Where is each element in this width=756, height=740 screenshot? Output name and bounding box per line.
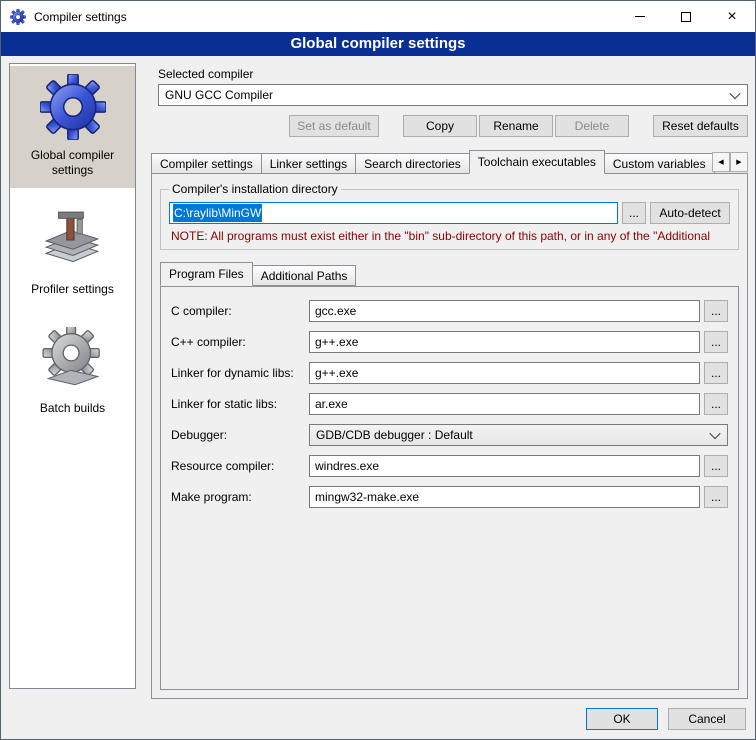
batch-builds-gear-icon — [40, 327, 106, 393]
reset-defaults-button[interactable]: Reset defaults — [653, 115, 748, 137]
field-row-resource-compiler: Resource compiler: ... — [171, 455, 728, 477]
program-files-tabstrip: Program Files Additional Paths — [160, 262, 739, 286]
copy-button[interactable]: Copy — [403, 115, 477, 137]
toolchain-executables-page: Compiler's installation directory C:\ray… — [151, 173, 748, 699]
c-compiler-input[interactable] — [309, 300, 700, 322]
tab-scroll-buttons: ◀ ▶ — [712, 152, 748, 172]
tab-scroll-left-button[interactable]: ◀ — [712, 152, 730, 172]
field-label: C++ compiler: — [171, 335, 309, 349]
field-row-debugger: Debugger: GDB/CDB debugger : Default — [171, 424, 728, 446]
close-icon: × — [727, 12, 736, 22]
compiler-combobox[interactable]: GNU GCC Compiler — [158, 84, 748, 106]
chevron-down-icon — [711, 431, 719, 439]
delete-button[interactable]: Delete — [555, 115, 629, 137]
global-compiler-settings-gear-icon — [40, 74, 106, 140]
programs-note: NOTE: All programs must exist either in … — [171, 229, 730, 243]
sidebar-item-label: Batch builds — [40, 401, 105, 416]
installation-directory-group: Compiler's installation directory C:\ray… — [160, 182, 739, 250]
titlebar[interactable]: Compiler settings × — [1, 1, 755, 32]
static-libs-linker-browse-button[interactable]: ... — [704, 393, 728, 415]
auto-detect-button[interactable]: Auto-detect — [650, 202, 730, 224]
ok-button[interactable]: OK — [586, 708, 658, 730]
profiler-tool-icon — [40, 208, 106, 274]
tab-custom-variables[interactable]: Custom variables — [604, 153, 715, 174]
settings-tabstrip: Compiler settings Linker settings Search… — [151, 150, 748, 174]
sidebar-item-global-compiler-settings[interactable]: Global compiler settings — [10, 66, 135, 188]
make-program-browse-button[interactable]: ... — [704, 486, 728, 508]
field-label: Linker for dynamic libs: — [171, 366, 309, 380]
field-row-make-program: Make program: ... — [171, 486, 728, 508]
minimize-button[interactable] — [617, 1, 663, 32]
installation-directory-group-title: Compiler's installation directory — [169, 182, 341, 196]
installation-directory-value: C:\raylib\MinGW — [173, 204, 262, 222]
field-row-c-compiler: C compiler: ... — [171, 300, 728, 322]
c-compiler-browse-button[interactable]: ... — [704, 300, 728, 322]
tab-program-files[interactable]: Program Files — [160, 262, 253, 286]
compiler-combobox-value: GNU GCC Compiler — [165, 88, 273, 102]
installation-directory-input[interactable]: C:\raylib\MinGW — [169, 202, 618, 224]
minimize-icon — [635, 16, 645, 17]
window-title: Compiler settings — [34, 10, 127, 24]
arrow-right-icon: ▶ — [736, 159, 741, 166]
selected-compiler-label: Selected compiler — [158, 67, 748, 81]
field-row-dynamic-linker: Linker for dynamic libs: ... — [171, 362, 728, 384]
dynamic-libs-linker-input[interactable] — [309, 362, 700, 384]
rename-button[interactable]: Rename — [479, 115, 553, 137]
field-label: C compiler: — [171, 304, 309, 318]
sidebar-item-label: Profiler settings — [31, 282, 114, 297]
tab-toolchain-executables[interactable]: Toolchain executables — [469, 150, 605, 174]
static-libs-linker-input[interactable] — [309, 393, 700, 415]
sidebar-item-batch-builds[interactable]: Batch builds — [10, 319, 135, 426]
field-label: Make program: — [171, 490, 309, 504]
close-button[interactable]: × — [709, 1, 755, 32]
sidebar-item-profiler-settings[interactable]: Profiler settings — [10, 200, 135, 307]
tab-compiler-settings[interactable]: Compiler settings — [151, 153, 262, 174]
tab-linker-settings[interactable]: Linker settings — [261, 153, 356, 174]
tab-search-directories[interactable]: Search directories — [355, 153, 470, 174]
app-icon — [10, 9, 26, 25]
make-program-input[interactable] — [309, 486, 700, 508]
field-row-static-linker: Linker for static libs: ... — [171, 393, 728, 415]
field-label: Linker for static libs: — [171, 397, 309, 411]
debugger-combobox-value: GDB/CDB debugger : Default — [316, 428, 473, 442]
dynamic-libs-linker-browse-button[interactable]: ... — [704, 362, 728, 384]
set-as-default-button[interactable]: Set as default — [289, 115, 379, 137]
maximize-button[interactable] — [663, 1, 709, 32]
debugger-combobox[interactable]: GDB/CDB debugger : Default — [309, 424, 728, 446]
cpp-compiler-input[interactable] — [309, 331, 700, 353]
installation-directory-browse-button[interactable]: ... — [622, 202, 646, 224]
resource-compiler-browse-button[interactable]: ... — [704, 455, 728, 477]
field-label: Debugger: — [171, 428, 309, 442]
compiler-actions: Set as default Copy Rename Delete Reset … — [146, 115, 748, 137]
arrow-left-icon: ◀ — [718, 159, 723, 166]
tab-scroll-right-button[interactable]: ▶ — [730, 152, 748, 172]
chevron-down-icon — [731, 91, 739, 99]
tab-additional-paths[interactable]: Additional Paths — [252, 265, 357, 286]
window-controls: × — [617, 1, 755, 32]
cancel-button[interactable]: Cancel — [668, 708, 746, 730]
dialog-footer: OK Cancel — [1, 699, 755, 739]
maximize-icon — [681, 12, 691, 22]
compiler-settings-window: Compiler settings × Global compiler sett… — [0, 0, 756, 740]
sidebar-item-label: Global compiler settings — [12, 148, 133, 178]
field-label: Resource compiler: — [171, 459, 309, 473]
resource-compiler-input[interactable] — [309, 455, 700, 477]
cpp-compiler-browse-button[interactable]: ... — [704, 331, 728, 353]
field-row-cpp-compiler: C++ compiler: ... — [171, 331, 728, 353]
dialog-header-title: Global compiler settings — [1, 32, 755, 56]
category-sidebar: Global compiler settings Profiler settin… — [9, 63, 136, 689]
program-files-page: C compiler: ... C++ compiler: ... Linker… — [160, 286, 739, 690]
